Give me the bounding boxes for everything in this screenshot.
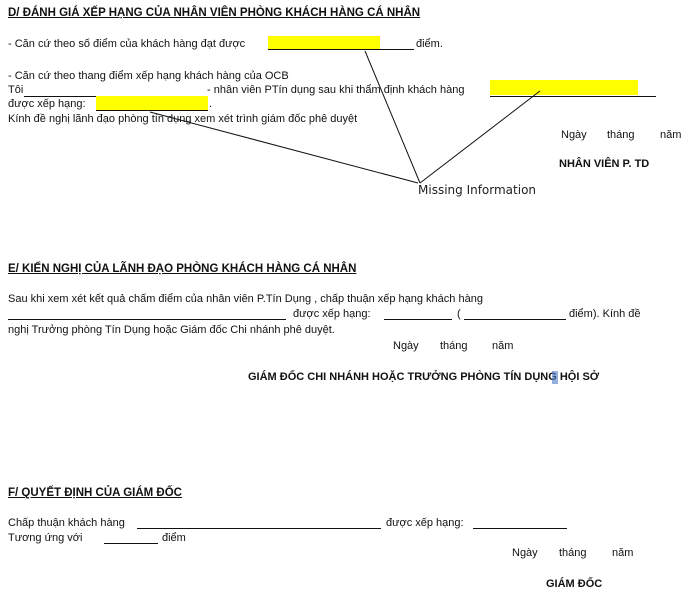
approved-score-blank[interactable] [464, 319, 566, 320]
section-e-signer: GIÁM ĐỐC CHI NHÁNH HOẶC TRƯỞNG PHÒNG TÍN… [248, 371, 600, 383]
section-f-date-year: năm [612, 547, 634, 559]
final-customer-blank[interactable] [137, 528, 381, 529]
section-f-line2-prefix: Tương ứng với [8, 532, 83, 544]
section-f-heading: F/ QUYẾT ĐỊNH CỦA GIÁM ĐỐC [8, 487, 182, 499]
section-f-date-month: tháng [559, 547, 587, 559]
section-e-heading: E/ KIẾN NGHỊ CỦA LÃNH ĐẠO PHÒNG KHÁCH HÀ… [8, 263, 357, 275]
section-e-line2-mid: được xếp hạng: [293, 308, 371, 320]
section-e-line1: Sau khi xem xét kết quả chấm điểm của nh… [8, 293, 483, 305]
section-e-date-year: năm [492, 340, 514, 352]
section-f-line1-mid: được xếp hạng: [386, 517, 464, 529]
section-e-line3: nghị Trưởng phòng Tín Dụng hoặc Giám đốc… [8, 324, 335, 336]
final-rank-blank[interactable] [473, 528, 567, 529]
missing-information-label: Missing Information [418, 183, 537, 197]
section-f-line1-prefix: Chấp thuận khách hàng [8, 517, 125, 529]
text-cursor [552, 371, 558, 384]
final-score-blank[interactable] [104, 543, 158, 544]
section-e-date-month: tháng [440, 340, 468, 352]
approved-rank-blank[interactable] [384, 319, 452, 320]
section-e-line2-suffix: điểm). Kính đề [569, 308, 641, 320]
section-f-date-day: Ngày [512, 547, 538, 559]
section-e-paren-open: ( [457, 308, 461, 320]
section-f-signer: GIÁM ĐỐC [546, 578, 603, 590]
section-e-date-day: Ngày [393, 340, 419, 352]
section-f-line2-suffix: điểm [162, 532, 186, 544]
approved-customer-blank[interactable] [8, 319, 286, 320]
